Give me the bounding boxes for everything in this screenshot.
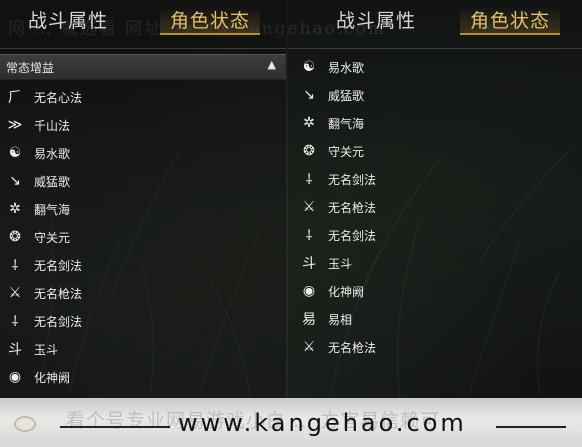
yixiang-icon: 易: [302, 312, 316, 328]
buff-label: 无名枪法: [34, 286, 83, 301]
buff-item[interactable]: ⚔ 无名枪法: [300, 196, 376, 218]
yudou-icon: 斗: [8, 342, 22, 358]
buff-item[interactable]: ⚔ 无名枪法: [6, 282, 82, 304]
buff-item[interactable]: 斗 玉斗: [6, 338, 58, 360]
buff-label: 无名剑法: [34, 314, 83, 329]
buff-label: 无名剑法: [328, 228, 377, 243]
buff-item[interactable]: ⸸ 无名剑法: [6, 254, 82, 276]
buff-label: 化神阙: [34, 370, 71, 385]
triangle-up-icon[interactable]: ▲: [268, 58, 276, 71]
buff-label: 守关元: [34, 230, 71, 245]
left-status-panel: 战斗属性 角色状态 常态增益 ▲ ⺁ 无名心法 ≫ 千山法 ☯ 易水歌 ↘ 威猛…: [0, 0, 286, 398]
buff-item[interactable]: ◉ 化神阙: [6, 366, 70, 388]
logo-icon: [14, 416, 36, 432]
buff-item[interactable]: ⸸ 无名剑法: [6, 310, 82, 332]
buff-label: 无名枪法: [328, 340, 377, 355]
sword-icon: ⸸: [305, 171, 313, 188]
buff-item[interactable]: ⺁ 无名心法: [6, 86, 82, 108]
buff-item[interactable]: 易 易相: [300, 308, 352, 330]
banner-line-right: [496, 426, 566, 428]
banner-site-url: www.kangehao.com: [178, 409, 467, 437]
buff-item[interactable]: ≫ 千山法: [6, 114, 70, 136]
tab-character-status[interactable]: 角色状态: [460, 6, 561, 35]
buff-label: 易水歌: [34, 146, 71, 161]
banner-line-left: [60, 426, 170, 428]
buff-label: 易水歌: [328, 60, 365, 75]
section-header-buffs[interactable]: 常态增益 ▲: [0, 54, 286, 80]
buff-label: 化神阙: [328, 284, 365, 299]
weimeng-icon: ↘: [303, 87, 315, 103]
buff-item[interactable]: ↘ 威猛歌: [6, 170, 70, 192]
buff-item[interactable]: ⸸ 无名剑法: [300, 224, 376, 246]
buff-label: 无名剑法: [328, 172, 377, 187]
tab-character-status[interactable]: 角色状态: [160, 6, 261, 35]
buff-label: 翻气海: [34, 202, 71, 217]
buff-item[interactable]: ✲ 翻气海: [6, 198, 70, 220]
buff-label: 无名枪法: [328, 200, 377, 215]
buff-item[interactable]: ↘ 威猛歌: [300, 84, 364, 106]
watermark-banner: 看个号专业网易游戏小白 … 方官易信赖可 www.kangehao.com: [0, 398, 582, 447]
shouguanyuan-icon: ❂: [9, 229, 21, 245]
sword-icon: ⸸: [11, 313, 19, 330]
yishui-icon: ☯: [8, 145, 22, 161]
buff-label: 千山法: [34, 118, 71, 133]
buff-item[interactable]: ⚔ 无名枪法: [300, 336, 376, 358]
buff-item[interactable]: ◉ 化神阙: [300, 280, 364, 302]
spear-icon: ⚔: [302, 339, 316, 355]
spear-icon: ⚔: [8, 285, 22, 301]
buff-label: 翻气海: [328, 116, 365, 131]
buff-item[interactable]: ⸸ 无名剑法: [300, 168, 376, 190]
huashenque-icon: ◉: [8, 369, 22, 385]
buff-label: 无名剑法: [34, 258, 83, 273]
sword-icon: ⸸: [305, 227, 313, 244]
tab-divider: [288, 48, 582, 49]
yudou-icon: 斗: [302, 256, 316, 272]
tab-combat-attributes[interactable]: 战斗属性: [336, 6, 416, 33]
fanqihai-icon: ✲: [303, 115, 315, 131]
buff-label: 玉斗: [328, 256, 353, 271]
tab-combat-attributes[interactable]: 战斗属性: [28, 6, 108, 33]
buff-item[interactable]: ☯ 易水歌: [300, 56, 364, 78]
sword-icon: ⸸: [11, 257, 19, 274]
spear-icon: ⚔: [302, 199, 316, 215]
buff-item[interactable]: ☯ 易水歌: [6, 142, 70, 164]
buff-item[interactable]: ✲ 翻气海: [300, 112, 364, 134]
fanqihai-icon: ✲: [9, 201, 21, 217]
buff-label: 易相: [328, 312, 353, 327]
buff-label: 玉斗: [34, 342, 59, 357]
buff-label: 无名心法: [34, 90, 83, 105]
buff-label: 守关元: [328, 144, 365, 159]
shouguanyuan-icon: ❂: [303, 143, 315, 159]
weimeng-icon: ↘: [9, 173, 21, 189]
huashenque-icon: ◉: [302, 283, 316, 299]
buff-label: 威猛歌: [34, 174, 71, 189]
right-status-panel: 战斗属性 角色状态 ☯ 易水歌 ↘ 威猛歌 ✲ 翻气海 ❂ 守关元 ⸸ 无名剑法…: [288, 0, 582, 398]
tab-divider: [0, 48, 286, 49]
buff-item[interactable]: ❂ 守关元: [300, 140, 364, 162]
qianshan-icon: ≫: [7, 117, 23, 133]
buff-label: 威猛歌: [328, 88, 365, 103]
yishui-icon: ☯: [302, 59, 316, 75]
buff-item[interactable]: ❂ 守关元: [6, 226, 70, 248]
wuming-xinfa-icon: ⺁: [8, 90, 22, 106]
section-header-label: 常态增益: [6, 61, 55, 75]
buff-item[interactable]: 斗 玉斗: [300, 252, 352, 274]
